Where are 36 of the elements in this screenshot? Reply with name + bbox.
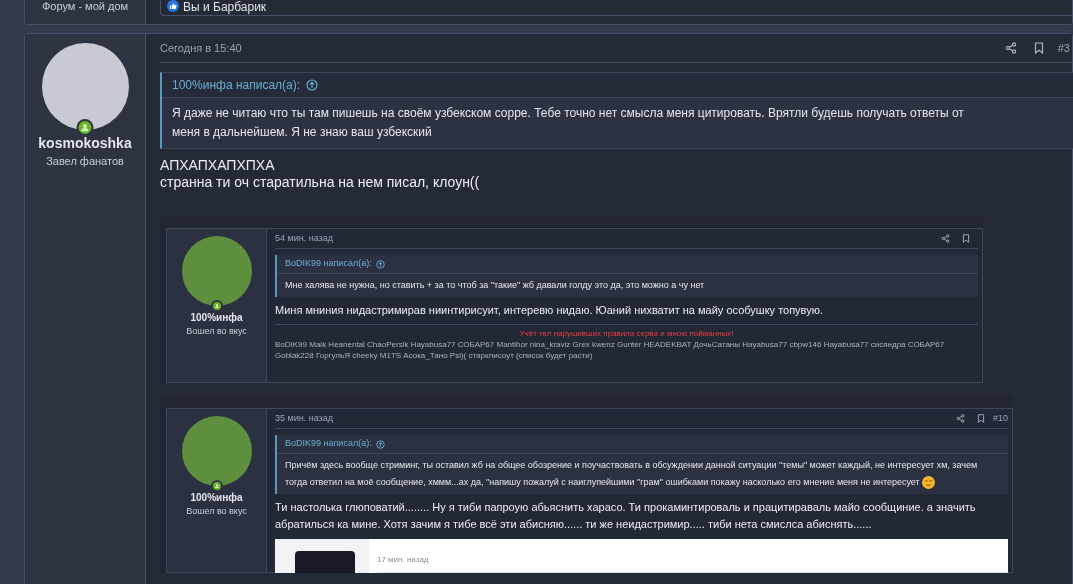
share-icon[interactable] xyxy=(955,414,965,423)
post-time: 17 мин. назад xyxy=(377,555,429,564)
thumbs-up-icon xyxy=(167,0,179,12)
username[interactable]: kosmokoshka xyxy=(38,136,132,150)
post-time[interactable]: 35 мин. назад xyxy=(275,411,333,426)
user-title: Вошел во вкус xyxy=(186,505,247,518)
post-time[interactable]: 54 мин. назад xyxy=(275,231,333,246)
signature-heading: Учёт тел нарушивших правила сервa и мною пойманных! xyxy=(518,328,735,339)
post-number[interactable]: #10 xyxy=(992,411,1008,426)
user-title: Завел фанатов xyxy=(46,154,124,169)
post-time[interactable]: Сегодня в 15:40 xyxy=(160,39,242,57)
quote-author[interactable]: BoDIK99 написал(а): xyxy=(285,437,372,451)
arrow-up-circle-icon[interactable] xyxy=(375,439,385,449)
share-icon[interactable] xyxy=(1004,42,1017,54)
bookmark-icon[interactable] xyxy=(962,234,970,243)
username[interactable]: 100%инфа xyxy=(190,493,243,503)
username[interactable]: 100%инфа xyxy=(190,313,243,323)
post-text: Миня мниния нидастримирав ниинтирисуит, интеревю нидаю. Юаний нихватит на майу особушку топувую. xyxy=(275,303,825,318)
user-title: Вошел во вкус xyxy=(186,325,247,338)
quote-text: Причём здесь вообще стриминг, ты оставил жб на общее обозрение и поучаствовать в обсуждении данной ситуации "темы" может каждый, не интересует хм, зачем тогда ответил на моё сообщение, хммм...ах да, "напишу пожалуй с наиглупейшими "грам" ошибками покажу насколько его мнение меня не интересует xyxy=(277,453,1008,494)
post-number[interactable]: #3 xyxy=(1057,39,1070,57)
user-title: Форум - мой дом xyxy=(41,1,129,12)
post-text: странна ти оч старатильна на нем писал, клоун(( xyxy=(160,174,481,191)
share-icon[interactable] xyxy=(941,234,950,243)
quote-author[interactable]: 100%инфа написал(а): xyxy=(172,76,301,94)
bookmark-icon[interactable] xyxy=(1033,42,1044,54)
post-text: Ти настолька глюповатий........ Ну я тиби папроую абьяснить харасо. Ти прокаминтироваль и працитираваль майо сообщиние. а значить абратилься ка мине. Хотя зачим я тибе всё эти абисняю...... ти же неидастримир..... тиби нета смислса абиснять...... xyxy=(275,500,977,532)
arrow-up-circle-icon[interactable] xyxy=(375,259,385,269)
bookmark-icon[interactable] xyxy=(976,414,985,423)
signature-text: BoDIK99 Maik Heanental ChaoPersik Hayabusa77 СОБАР67 Mantihor nina_kraviz Grex kwenz Gunter HEADEKBAT ДочьСатаны Hayabusa77 cbpw146 Hayabusa77 сисяндра СОБАР67 Goblak228 ГоргульЯ cheeky M1TS Асока_Тано Psi)( старклисоут (список будет расти) xyxy=(275,339,946,361)
reactions-text[interactable]: Вы и Барбарик xyxy=(183,1,267,13)
quote-text: Мне халява не нужна, но ставить + за то чтоб за "такие" жб давали голду это да, это можно а чу нет xyxy=(277,273,978,297)
post-text: АПХАПХАПХПХА xyxy=(160,157,276,174)
quote-text: Я даже не читаю что ты там пишешь на своём узбекском сорре. Тебе точно нет смысла меня цитировать. Врятли будешь получать ответы от меня в дальнейшем. Я не знаю ваш узбекский xyxy=(171,105,965,141)
arrow-up-circle-icon[interactable] xyxy=(306,79,319,91)
quote-author[interactable]: BoDIK99 написал(а): xyxy=(285,257,372,271)
